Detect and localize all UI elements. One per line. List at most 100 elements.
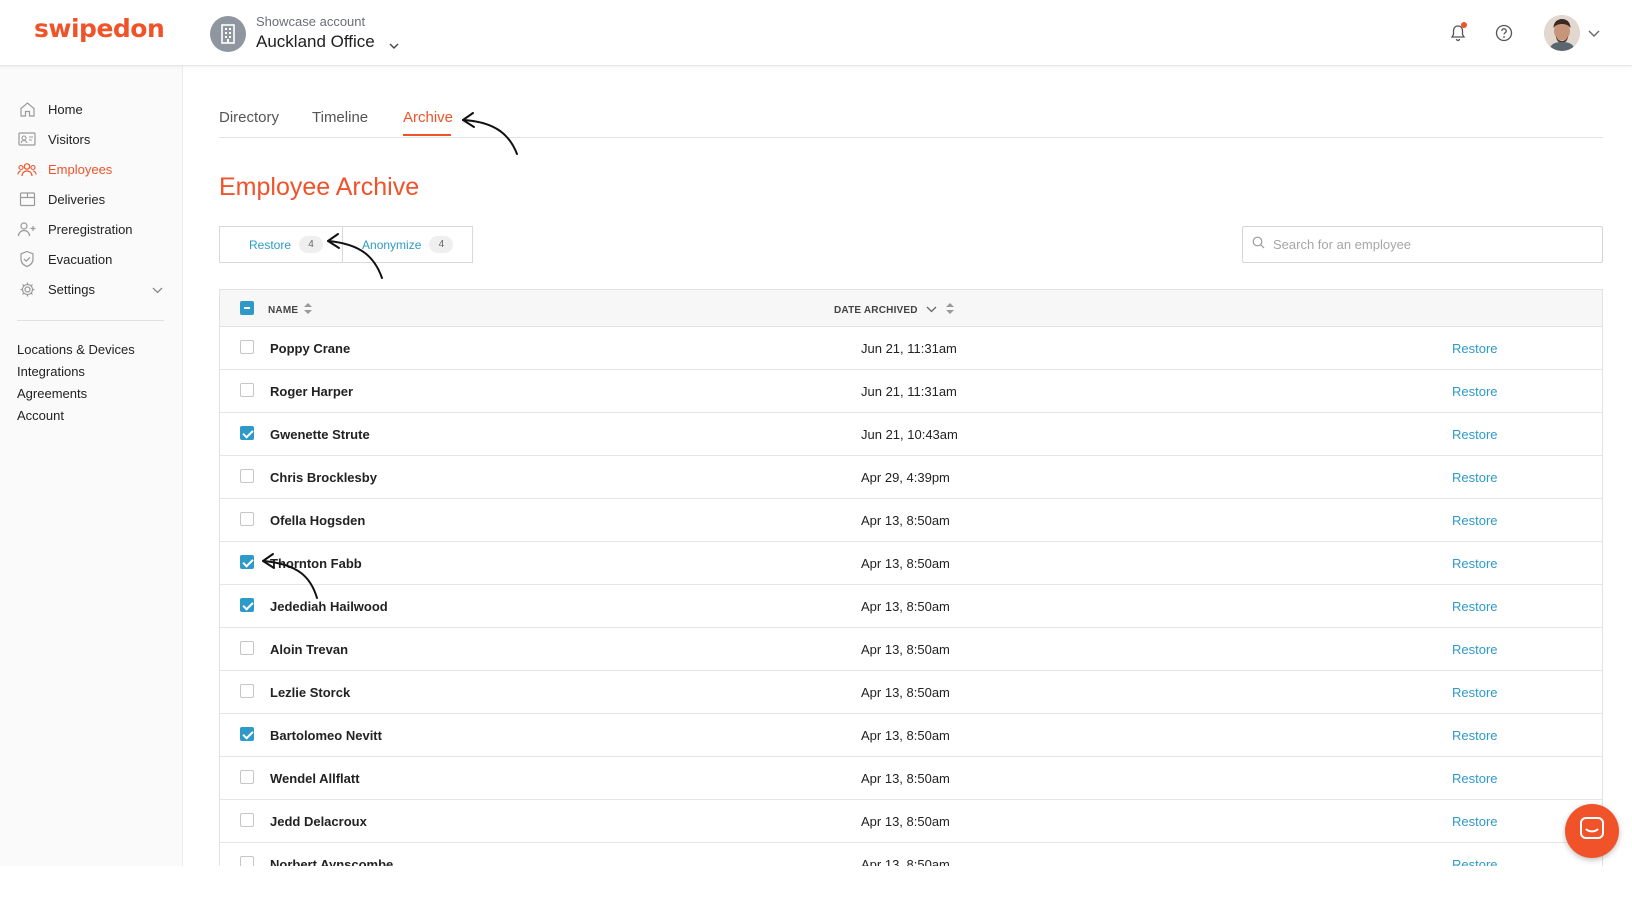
sidebar-item-settings[interactable]: Settings [0, 274, 182, 304]
sidebar-item-deliveries[interactable]: Deliveries [0, 184, 182, 214]
date-archived: Jun 21, 10:43am [861, 427, 958, 442]
chevron-down-icon[interactable] [389, 33, 399, 54]
chevron-down-icon[interactable] [152, 282, 163, 297]
table-row[interactable]: Wendel Allflatt Apr 13, 8:50am Restore [220, 757, 1602, 800]
restore-link[interactable]: Restore [1452, 556, 1498, 571]
sidebar-item-preregistration[interactable]: Preregistration [0, 214, 182, 244]
anonymize-selected-button[interactable]: Anonymize 4 [342, 227, 472, 262]
table-row[interactable]: Jedediah Hailwood Apr 13, 8:50am Restore [220, 585, 1602, 628]
restore-link[interactable]: Restore [1452, 685, 1498, 700]
page-title: Employee Archive [219, 173, 420, 201]
employee-search[interactable] [1242, 226, 1603, 263]
account-switcher[interactable]: Showcase account Auckland Office [210, 14, 399, 54]
row-checkbox[interactable] [240, 555, 254, 569]
row-checkbox[interactable] [240, 770, 254, 784]
home-icon [17, 99, 37, 119]
chat-icon [1579, 816, 1605, 847]
table-row[interactable]: Norbert Aynscombe Apr 13, 8:50am Restore [220, 843, 1602, 866]
restore-link[interactable]: Restore [1452, 771, 1498, 786]
date-archived: Apr 13, 8:50am [861, 771, 950, 786]
employee-name: Bartolomeo Nevitt [270, 728, 382, 743]
table-row[interactable]: Ofella Hogsden Apr 13, 8:50am Restore [220, 499, 1602, 542]
employee-name: Jedd Delacroux [270, 814, 367, 829]
sidebar-item-label: Preregistration [48, 221, 133, 237]
restore-link[interactable]: Restore [1452, 513, 1498, 528]
sidebar-link-locations-devices[interactable]: Locations & Devices [0, 339, 182, 361]
table-row[interactable]: Thornton Fabb Apr 13, 8:50am Restore [220, 542, 1602, 585]
date-archived: Jun 21, 11:31am [861, 341, 957, 356]
restore-link[interactable]: Restore [1452, 814, 1498, 829]
sidebar-item-label: Employees [48, 161, 113, 177]
date-archived: Apr 13, 8:50am [861, 599, 950, 614]
visitor-card-icon [17, 129, 37, 149]
date-archived: Apr 13, 8:50am [861, 857, 950, 866]
row-checkbox[interactable] [240, 340, 254, 354]
restore-link[interactable]: Restore [1452, 642, 1498, 657]
table-row[interactable]: Chris Brocklesby Apr 29, 4:39pm Restore [220, 456, 1602, 499]
table-row[interactable]: Aloin Trevan Apr 13, 8:50am Restore [220, 628, 1602, 671]
restore-button-label: Restore [249, 237, 292, 252]
row-checkbox[interactable] [240, 641, 254, 655]
date-archived: Apr 13, 8:50am [861, 685, 950, 700]
restore-link[interactable]: Restore [1452, 728, 1498, 743]
row-checkbox[interactable] [240, 512, 254, 526]
select-all-checkbox[interactable] [240, 301, 254, 315]
restore-count-badge: 4 [299, 236, 324, 253]
row-checkbox[interactable] [240, 426, 254, 440]
row-checkbox[interactable] [240, 383, 254, 397]
row-checkbox[interactable] [240, 684, 254, 698]
gear-icon [17, 279, 37, 299]
sidebar-item-evacuation[interactable]: Evacuation [0, 244, 182, 274]
restore-selected-button[interactable]: Restore 4 [220, 227, 342, 262]
date-archived: Apr 13, 8:50am [861, 642, 950, 657]
sidebar-item-label: Home [48, 101, 83, 117]
sidebar-link-integrations[interactable]: Integrations [0, 361, 182, 383]
restore-link[interactable]: Restore [1452, 427, 1498, 442]
swipedon-logo[interactable]: swipedon [34, 14, 165, 43]
sidebar-link-account[interactable]: Account [0, 405, 182, 427]
chat-launcher-button[interactable] [1565, 804, 1619, 858]
help-icon[interactable] [1492, 21, 1516, 45]
restore-link[interactable]: Restore [1452, 470, 1498, 485]
active-tab-indicator [403, 134, 451, 136]
row-checkbox[interactable] [240, 598, 254, 612]
row-checkbox[interactable] [240, 469, 254, 483]
column-header-name[interactable]: NAME [268, 303, 313, 317]
restore-link[interactable]: Restore [1452, 857, 1498, 866]
row-checkbox[interactable] [240, 727, 254, 741]
chevron-down-icon[interactable] [1588, 24, 1600, 42]
sidebar-link-agreements[interactable]: Agreements [0, 383, 182, 405]
sidebar-item-visitors[interactable]: Visitors [0, 124, 182, 154]
date-archived: Apr 13, 8:50am [861, 513, 950, 528]
column-label: DATE ARCHIVED [834, 304, 918, 316]
restore-link[interactable]: Restore [1452, 384, 1498, 399]
location-name: Auckland Office [256, 32, 375, 51]
table-row[interactable]: Gwenette Strute Jun 21, 10:43am Restore [220, 413, 1602, 456]
restore-link[interactable]: Restore [1452, 341, 1498, 356]
tab-archive[interactable]: Archive [403, 109, 453, 126]
tab-directory[interactable]: Directory [219, 109, 279, 126]
sidebar-item-employees[interactable]: Employees [0, 154, 182, 184]
table-row[interactable]: Jedd Delacroux Apr 13, 8:50am Restore [220, 800, 1602, 843]
sidebar-item-home[interactable]: Home [0, 94, 182, 124]
column-header-date-archived[interactable]: DATE ARCHIVED [834, 303, 954, 317]
table-row[interactable]: Roger Harper Jun 21, 11:31am Restore [220, 370, 1602, 413]
table-header: NAME DATE ARCHIVED [220, 290, 1602, 327]
sidebar-item-label: Visitors [48, 131, 91, 147]
package-icon [17, 189, 37, 209]
column-label: NAME [268, 304, 299, 316]
employee-name: Roger Harper [270, 384, 354, 399]
user-avatar[interactable] [1544, 15, 1580, 51]
chevron-down-icon [926, 305, 937, 316]
tab-timeline[interactable]: Timeline [312, 109, 368, 126]
restore-link[interactable]: Restore [1452, 599, 1498, 614]
table-row[interactable]: Lezlie Storck Apr 13, 8:50am Restore [220, 671, 1602, 714]
notification-bell-icon[interactable] [1446, 21, 1470, 45]
table-row[interactable]: Bartolomeo Nevitt Apr 13, 8:50am Restore [220, 714, 1602, 757]
search-input[interactable] [1273, 237, 1573, 252]
row-checkbox[interactable] [240, 856, 254, 866]
date-archived: Apr 13, 8:50am [861, 556, 950, 571]
employee-name: Lezlie Storck [270, 685, 351, 700]
row-checkbox[interactable] [240, 813, 254, 827]
table-row[interactable]: Poppy Crane Jun 21, 11:31am Restore [220, 327, 1602, 370]
